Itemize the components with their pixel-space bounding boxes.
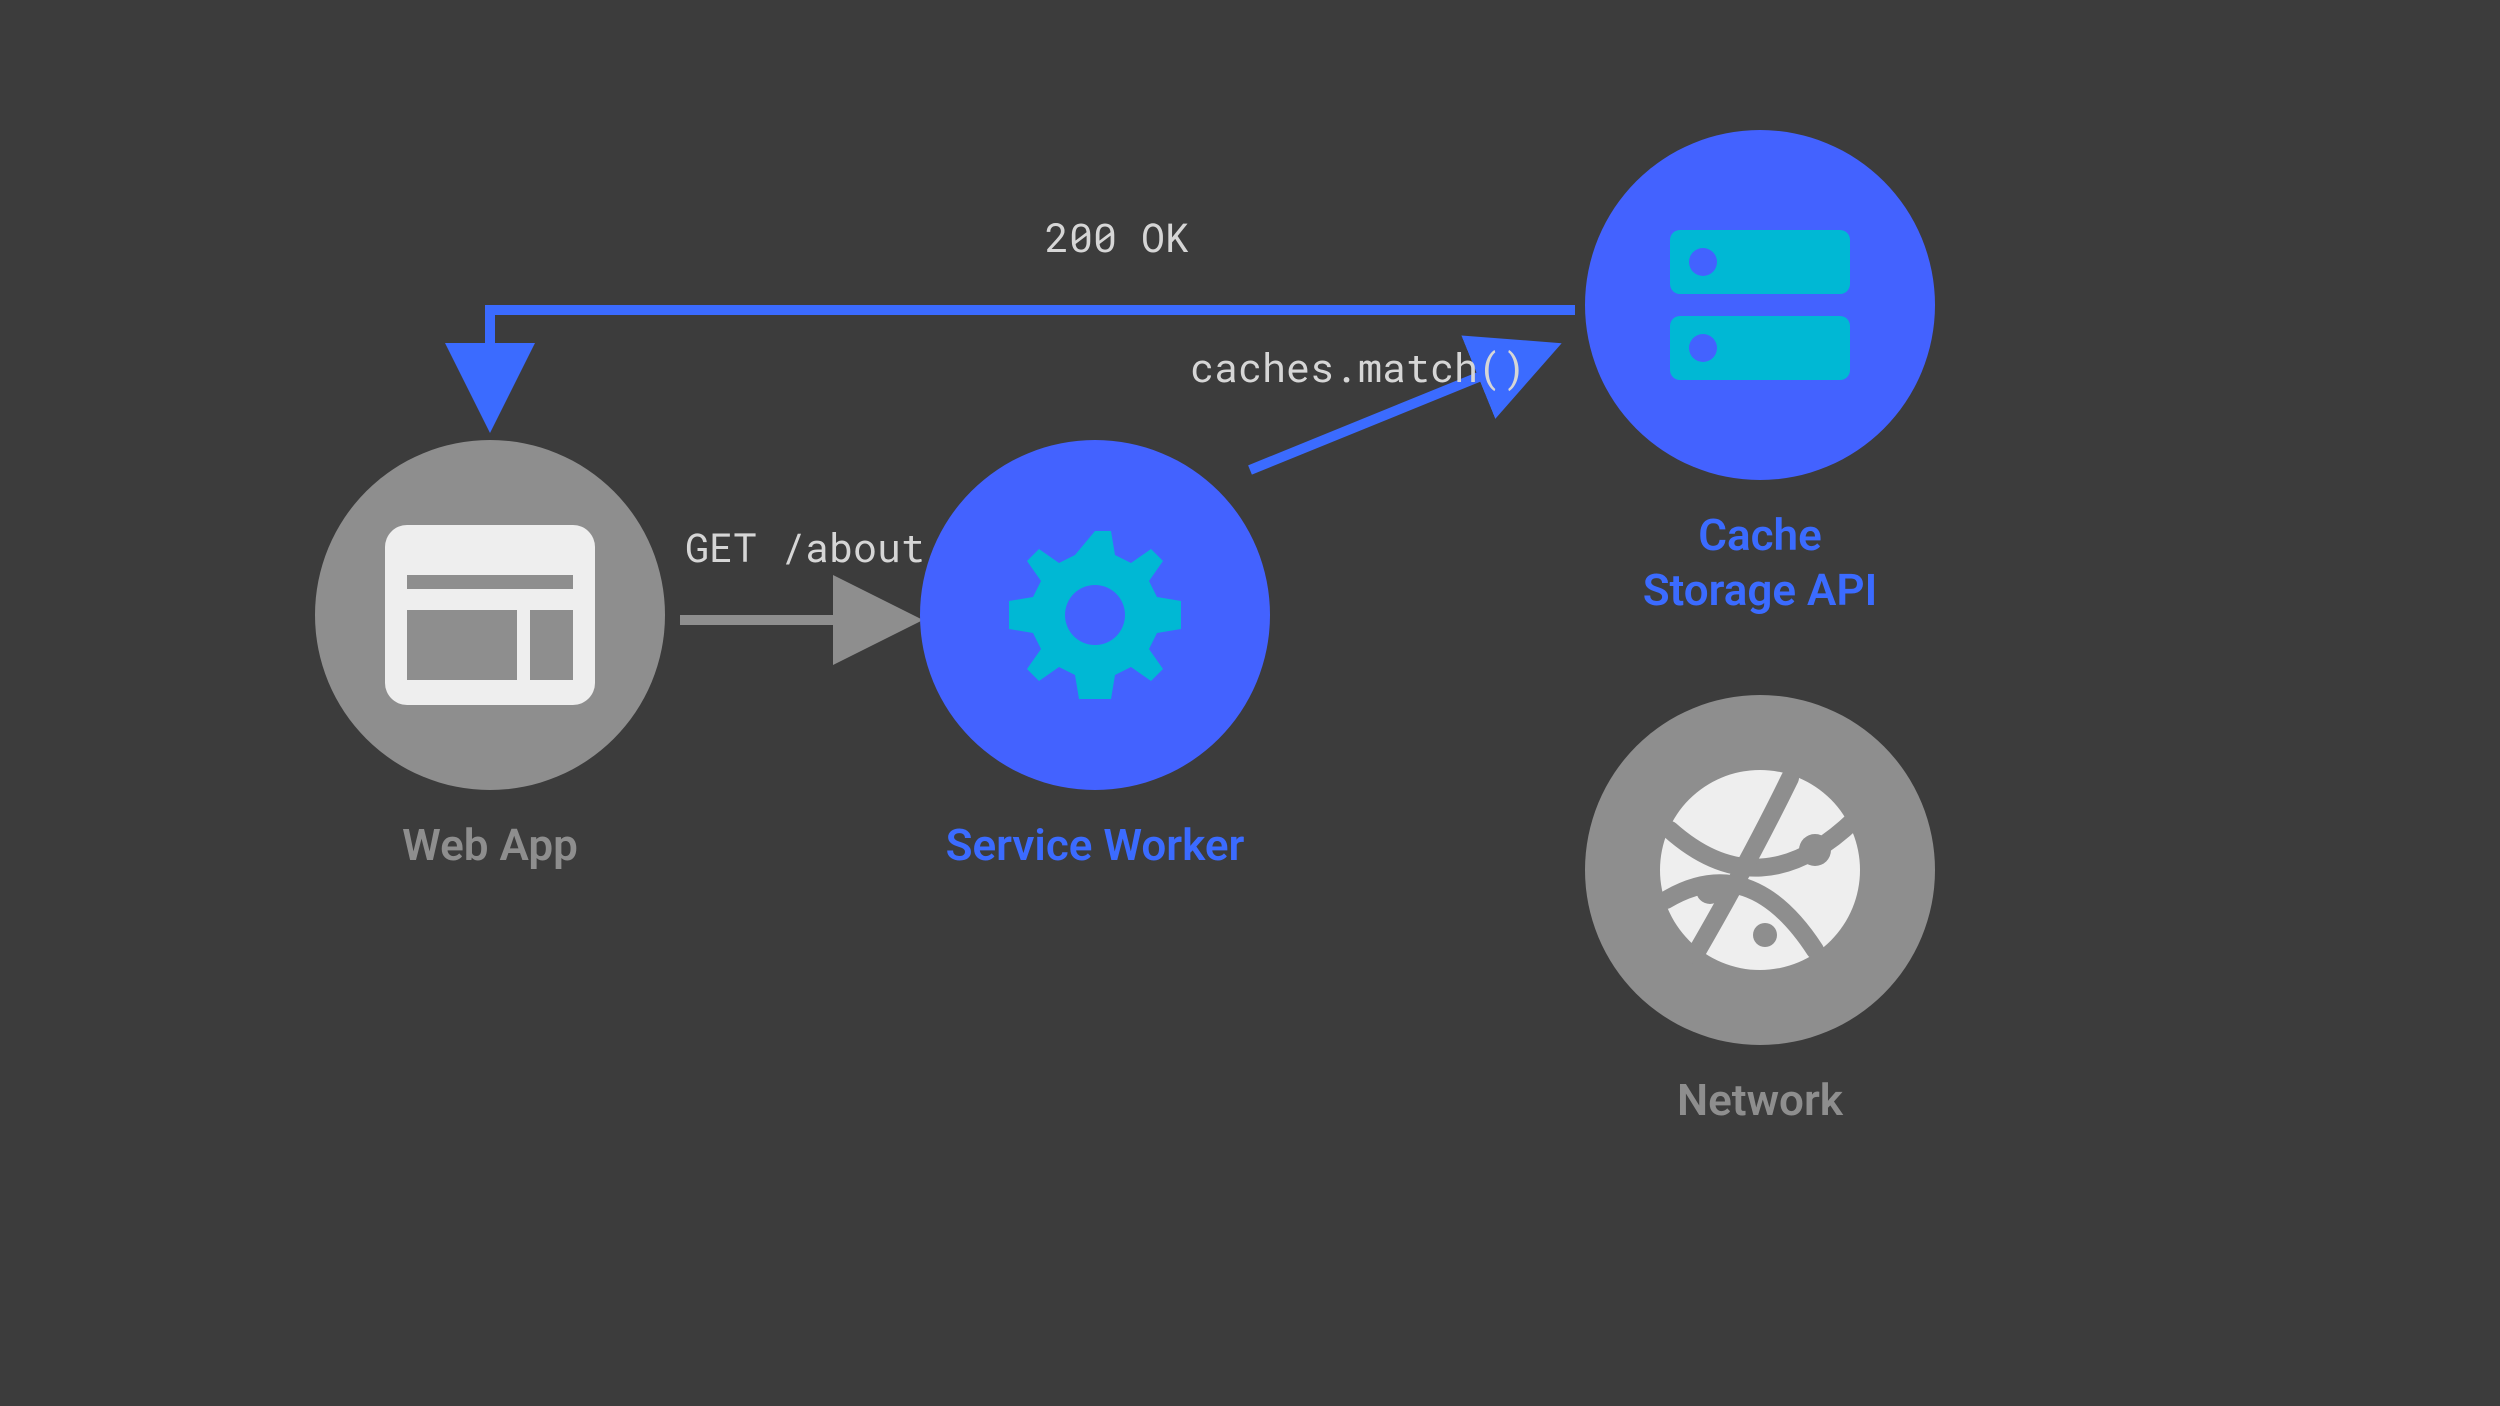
- gear-icon: [995, 515, 1195, 715]
- web-app-circle: [315, 440, 665, 790]
- node-cache-storage: Cache Storage API: [1570, 130, 1950, 618]
- storage-icon: [1655, 205, 1865, 405]
- service-worker-label: Service Worker: [905, 818, 1285, 873]
- web-app-label: Web App: [300, 818, 680, 873]
- cache-storage-circle: [1585, 130, 1935, 480]
- node-web-app: Web App: [300, 440, 680, 873]
- browser-window-icon: [385, 525, 595, 705]
- cache-storage-label: Cache Storage API: [1570, 508, 1950, 618]
- service-worker-circle: [920, 440, 1270, 790]
- network-globe-icon: [1640, 750, 1880, 990]
- node-network: Network: [1570, 695, 1950, 1128]
- node-service-worker: Service Worker: [905, 440, 1285, 873]
- network-label: Network: [1570, 1073, 1950, 1128]
- label-200-ok: 200 OK: [1045, 210, 1189, 263]
- network-circle: [1585, 695, 1935, 1045]
- label-caches-match: caches.match(): [1190, 340, 1526, 393]
- label-get-about: GET /about: [685, 520, 925, 573]
